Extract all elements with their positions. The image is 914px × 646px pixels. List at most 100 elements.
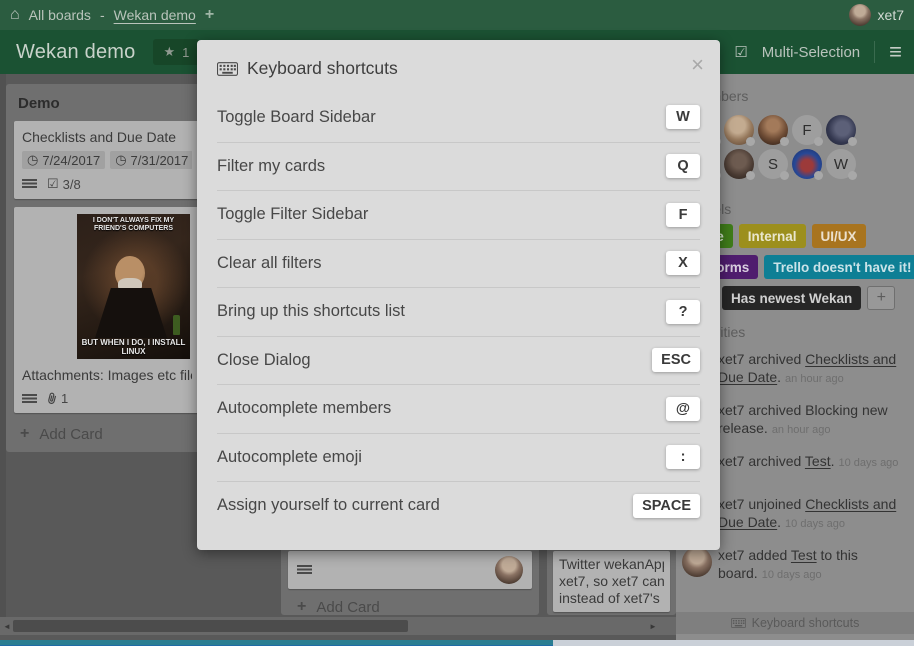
shortcut-row: Filter my cardsQ (217, 142, 700, 191)
activity-card-link[interactable]: Test (791, 547, 817, 563)
shortcut-row: Autocomplete emoji: (217, 433, 700, 482)
presence-dot (780, 171, 789, 180)
meme-suit (95, 288, 167, 338)
activity-time: 10 days ago (785, 518, 845, 530)
scroll-right-arrow[interactable]: ► (646, 617, 660, 635)
description-icon (22, 179, 37, 189)
presence-dot (814, 171, 823, 180)
plus-icon: + (20, 425, 29, 443)
member-avatar[interactable]: F (792, 115, 822, 145)
members-title: Members (690, 88, 914, 104)
add-card-button[interactable]: + Add Card (297, 598, 380, 616)
key-cap: @ (666, 397, 700, 421)
star-icon: ★ (163, 44, 175, 60)
star-count: 1 (182, 45, 189, 60)
key-cap: ESC (652, 348, 700, 372)
scrollbar-thumb[interactable] (13, 620, 408, 632)
list-demo: Demo Checklists and Due Date ◷ 7/24/2017… (6, 84, 208, 452)
due-date-badge: ◷ 7/31/2017 (110, 151, 192, 169)
meme-attachment-image: I DON'T ALWAYS FIX MY FRIEND'S COMPUTERS… (77, 214, 190, 359)
card-title: Checklists and Due Date (22, 128, 192, 146)
horizontal-scrollbar[interactable]: ◄ ► (0, 617, 676, 635)
description-icon (297, 565, 312, 575)
shortcut-row: Close DialogESC (217, 336, 700, 385)
presence-dot (814, 137, 823, 146)
labels-title: Labels (690, 201, 914, 217)
checklist-badge: ☑ 3/8 (47, 176, 81, 192)
shortcut-row: Toggle Filter SidebarF (217, 190, 700, 239)
keyboard-shortcuts-footer[interactable]: Keyboard shortcuts (676, 612, 914, 634)
shortcut-row: Bring up this shortcuts list? (217, 287, 700, 336)
key-cap: F (666, 203, 700, 227)
username[interactable]: xet7 (878, 7, 904, 23)
key-cap: : (666, 445, 700, 469)
paperclip-icon (46, 391, 60, 406)
board-title: Wekan demo (16, 41, 135, 64)
scroll-left-arrow[interactable]: ◄ (0, 617, 14, 635)
board-tab-wekan-demo[interactable]: Wekan demo (114, 7, 196, 23)
member-avatar[interactable] (758, 115, 788, 145)
add-card-button[interactable]: + Add Card (20, 425, 198, 443)
keyboard-icon (217, 62, 238, 76)
presence-dot (780, 137, 789, 146)
add-board-button[interactable]: + (205, 6, 214, 24)
keyboard-shortcuts-dialog: Keyboard shortcuts × Toggle Board Sideba… (197, 40, 720, 550)
shortcut-row: Autocomplete members@ (217, 384, 700, 433)
bottom-window-strip (0, 640, 914, 646)
shortcut-row: Toggle Board SidebarW (217, 93, 700, 142)
key-cap: Q (666, 154, 700, 178)
card-with-avatar[interactable] (288, 551, 532, 589)
member-avatar[interactable]: W (826, 149, 856, 179)
presence-dot (848, 137, 857, 146)
label-trello[interactable]: Trello doesn't have it! (764, 255, 914, 279)
members-grid: M F M S W (690, 115, 914, 179)
card-twitter-text[interactable]: Twitter wekanApp xet7, so xet7 can inste… (553, 551, 670, 612)
shortcut-row: Clear all filtersX (217, 239, 700, 288)
card-checklists-due-date[interactable]: Checklists and Due Date ◷ 7/24/2017 ◷ 7/… (14, 121, 200, 199)
label-uiux[interactable]: UI/UX (812, 224, 866, 248)
hamburger-menu-icon[interactable]: ≡ (889, 41, 902, 63)
top-bar: ⌂ All boards - Wekan demo + xet7 (0, 0, 914, 30)
card-attachments[interactable]: I DON'T ALWAYS FIX MY FRIEND'S COMPUTERS… (14, 207, 200, 413)
description-icon (22, 394, 37, 404)
close-icon[interactable]: × (691, 54, 704, 76)
dialog-title: Keyboard shortcuts (247, 58, 398, 79)
activity-card-link[interactable]: Test (805, 453, 831, 469)
member-avatar[interactable] (792, 149, 822, 179)
activity-time: an hour ago (785, 373, 844, 385)
key-cap: ? (666, 300, 700, 324)
key-cap: X (666, 251, 700, 275)
activity-avatar (682, 547, 712, 577)
activity-time: an hour ago (772, 424, 831, 436)
key-cap: W (666, 105, 700, 129)
member-avatar[interactable] (724, 115, 754, 145)
multi-selection-icon: ☑ (734, 43, 747, 61)
presence-dot (746, 137, 755, 146)
list-title[interactable]: Demo (18, 95, 198, 112)
add-label-button[interactable]: + (867, 286, 895, 310)
plus-icon: + (297, 598, 306, 616)
member-avatar[interactable] (826, 115, 856, 145)
activities-title: Activities (690, 324, 914, 340)
label-internal[interactable]: Internal (739, 224, 806, 248)
label-newest-wekan[interactable]: Has newest Wekan (722, 286, 861, 310)
multi-selection-toggle[interactable]: Multi-Selection (762, 44, 860, 61)
attachment-badge: 1 (47, 391, 68, 406)
shortcut-row: Assign yourself to current cardSPACE (217, 481, 700, 530)
member-avatar[interactable] (724, 149, 754, 179)
activity-time: 10 days ago (762, 569, 822, 581)
card-member-avatar[interactable] (495, 556, 523, 584)
user-avatar[interactable] (849, 4, 871, 26)
activity-item: xet7 added Test to this board.10 days ag… (682, 546, 904, 584)
shortcut-list: Toggle Board SidebarW Filter my cardsQ T… (217, 93, 700, 530)
home-icon[interactable]: ⌂ (10, 7, 20, 23)
meme-top-text: I DON'T ALWAYS FIX MY FRIEND'S COMPUTERS (77, 217, 190, 233)
all-boards-link[interactable]: All boards (29, 7, 91, 23)
meme-bottom-text: BUT WHEN I DO, I INSTALL LINUX (77, 338, 190, 356)
member-avatar[interactable]: S (758, 149, 788, 179)
card-title: Attachments: Images etc files (22, 366, 192, 384)
presence-dot (848, 171, 857, 180)
clock-icon: ◷ (115, 152, 126, 168)
key-cap: SPACE (633, 494, 700, 518)
star-board-button[interactable]: ★ 1 (153, 39, 199, 65)
